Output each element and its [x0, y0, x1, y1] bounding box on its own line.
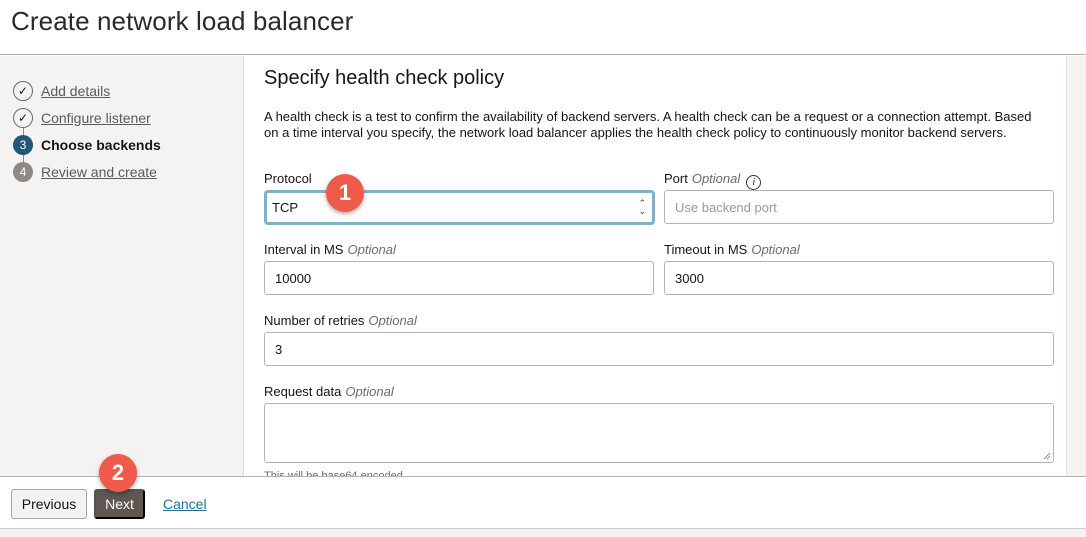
- port-input[interactable]: Use backend port: [664, 190, 1054, 224]
- interval-label-text: Interval in MS: [264, 242, 344, 257]
- chevron-up-down-icon: ⌃ ⌄: [638, 198, 646, 216]
- request-data-textarea[interactable]: [264, 403, 1054, 463]
- page-header: Create network load balancer: [0, 0, 1086, 55]
- check-icon: ✓: [13, 80, 33, 101]
- protocol-label-text: Protocol: [264, 171, 312, 186]
- step-configure-listener[interactable]: ✓ Configure listener: [13, 104, 161, 131]
- interval-input[interactable]: 10000: [264, 261, 654, 295]
- main-content: Specify health check policy A health che…: [245, 56, 1065, 476]
- annotation-badge-1: 1: [326, 174, 364, 212]
- optional-hint: Optional: [347, 242, 396, 257]
- request-data-label-text: Request data: [264, 384, 342, 399]
- timeout-label-text: Timeout in MS: [664, 242, 748, 257]
- next-button[interactable]: Next: [94, 489, 145, 519]
- step-review-and-create[interactable]: 4 Review and create: [13, 158, 161, 185]
- step-choose-backends: 3 Choose backends: [13, 131, 161, 158]
- steps-list: ✓ Add details ✓ Configure listener 3 Cho…: [13, 77, 161, 185]
- optional-hint: Optional: [691, 171, 741, 186]
- check-icon: ✓: [13, 107, 33, 128]
- timeout-input[interactable]: 3000: [664, 261, 1054, 295]
- port-label-text: Port: [664, 171, 688, 186]
- protocol-select[interactable]: TCP ⌃ ⌄: [264, 190, 655, 225]
- step-label[interactable]: Add details: [41, 83, 110, 99]
- step-label[interactable]: Review and create: [41, 164, 157, 180]
- section-description: A health check is a test to confirm the …: [264, 109, 1032, 140]
- step-label[interactable]: Configure listener: [41, 110, 151, 126]
- optional-hint: Optional: [345, 384, 394, 399]
- retries-input[interactable]: 3: [264, 332, 1054, 366]
- scrollbar-track[interactable]: [1066, 56, 1086, 476]
- resize-handle-icon[interactable]: [1043, 452, 1051, 460]
- optional-hint: Optional: [368, 313, 417, 328]
- port-label: Port Optional i: [664, 171, 762, 190]
- protocol-select-value: TCP: [272, 200, 298, 215]
- retries-label-text: Number of retries: [264, 313, 365, 328]
- step-number-icon: 3: [13, 134, 33, 155]
- timeout-label: Timeout in MS Optional: [664, 242, 800, 257]
- section-title: Specify health check policy: [264, 67, 505, 89]
- step-add-details[interactable]: ✓ Add details: [13, 77, 161, 104]
- request-data-label: Request data Optional: [264, 384, 394, 399]
- footer-bottom-bar: [0, 528, 1086, 537]
- page-title: Create network load balancer: [11, 6, 354, 36]
- previous-button[interactable]: Previous: [11, 489, 87, 519]
- cancel-link[interactable]: Cancel: [163, 496, 207, 512]
- interval-label: Interval in MS Optional: [264, 242, 396, 257]
- wizard-steps-sidebar: ✓ Add details ✓ Configure listener 3 Cho…: [0, 56, 244, 476]
- annotation-badge-2: 2: [99, 454, 137, 492]
- step-number-icon: 4: [13, 161, 33, 182]
- step-label: Choose backends: [41, 136, 161, 153]
- wizard-footer: Previous Next Cancel: [0, 476, 1086, 528]
- protocol-label: Protocol: [264, 171, 312, 186]
- retries-label: Number of retries Optional: [264, 313, 417, 328]
- optional-hint: Optional: [751, 242, 800, 257]
- info-icon[interactable]: i: [746, 175, 762, 190]
